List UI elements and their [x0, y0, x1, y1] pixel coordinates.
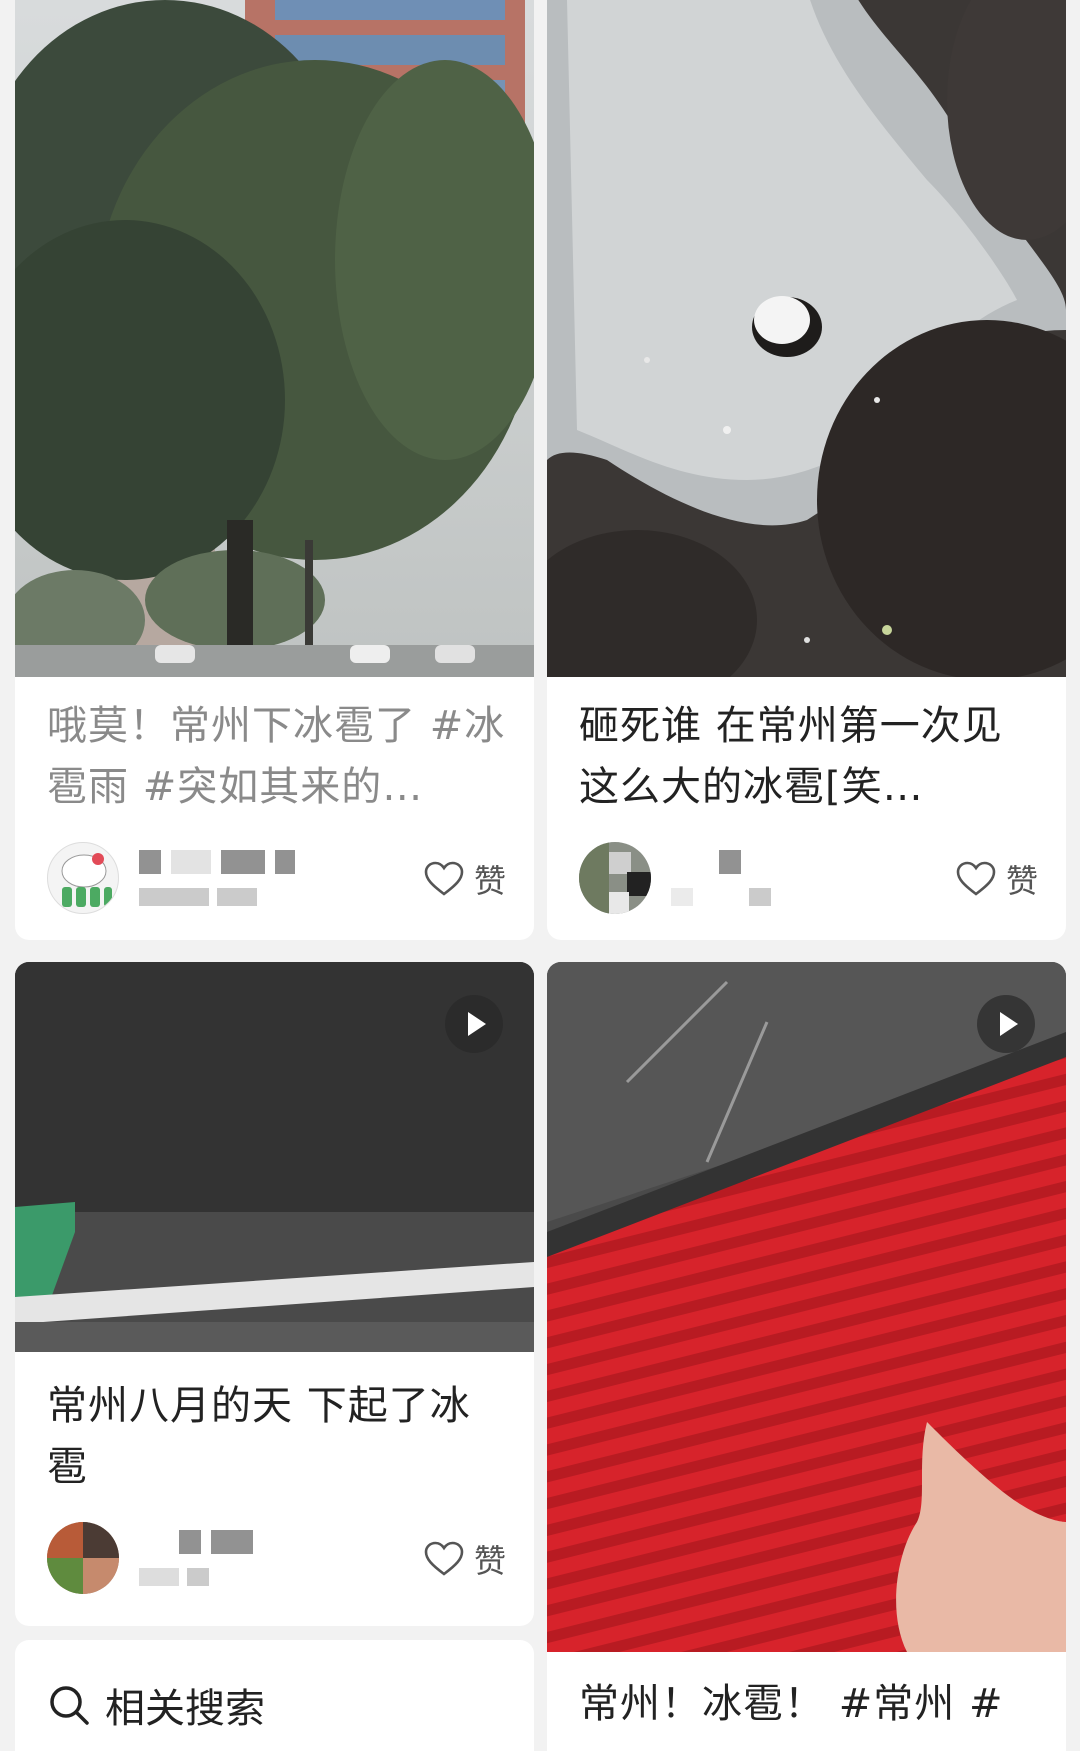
feed-card[interactable]: 常州八月的天 下起了冰雹 赞 — [15, 962, 534, 1626]
post-image-hailstone[interactable] — [547, 0, 1066, 677]
like-button[interactable]: 赞 — [424, 1536, 506, 1582]
avatar[interactable] — [47, 1522, 119, 1594]
username-redacted — [139, 850, 305, 876]
post-title[interactable]: 哦莫！常州下冰雹了 #冰雹雨 #突如其来的… — [47, 696, 506, 818]
play-icon[interactable] — [445, 995, 503, 1053]
username-redacted — [719, 850, 751, 876]
like-button[interactable]: 赞 — [956, 856, 1038, 902]
related-search-label: 相关搜索 — [105, 1686, 265, 1732]
feed-card[interactable]: 砸死谁 在常州第一次见这么大的冰雹[笑… 赞 — [547, 0, 1066, 940]
heart-icon — [424, 861, 464, 896]
heart-icon — [424, 1541, 464, 1576]
avatar[interactable] — [47, 842, 119, 914]
timestamp-redacted — [139, 1568, 217, 1590]
play-icon[interactable] — [977, 995, 1035, 1053]
post-title[interactable]: 砸死谁 在常州第一次见这么大的冰雹[笑… — [579, 696, 1038, 818]
post-title[interactable]: 常州！冰雹！ #常州 # — [579, 1674, 1038, 1735]
search-icon — [50, 1686, 89, 1725]
post-image-trees[interactable] — [15, 0, 534, 677]
post-meta: 赞 — [47, 842, 506, 918]
post-image-road[interactable] — [15, 962, 534, 1352]
timestamp-redacted — [671, 888, 779, 910]
like-label: 赞 — [473, 1542, 506, 1580]
post-meta: 赞 — [579, 842, 1038, 918]
timestamp-redacted — [139, 888, 265, 910]
feed-card[interactable]: 常州！冰雹！ #常州 # — [547, 962, 1066, 1751]
like-button[interactable]: 赞 — [424, 856, 506, 902]
post-title[interactable]: 常州八月的天 下起了冰雹 — [47, 1376, 506, 1498]
avatar[interactable] — [579, 842, 651, 914]
post-meta: 赞 — [47, 1522, 506, 1598]
username-redacted — [179, 1530, 263, 1556]
related-search-card[interactable]: 相关搜索 — [15, 1640, 534, 1751]
post-image-red-mat[interactable] — [547, 962, 1066, 1652]
like-label: 赞 — [473, 862, 506, 900]
like-label: 赞 — [1005, 862, 1038, 900]
heart-icon — [956, 861, 996, 896]
feed-card[interactable]: 哦莫！常州下冰雹了 #冰雹雨 #突如其来的… 赞 — [15, 0, 534, 940]
